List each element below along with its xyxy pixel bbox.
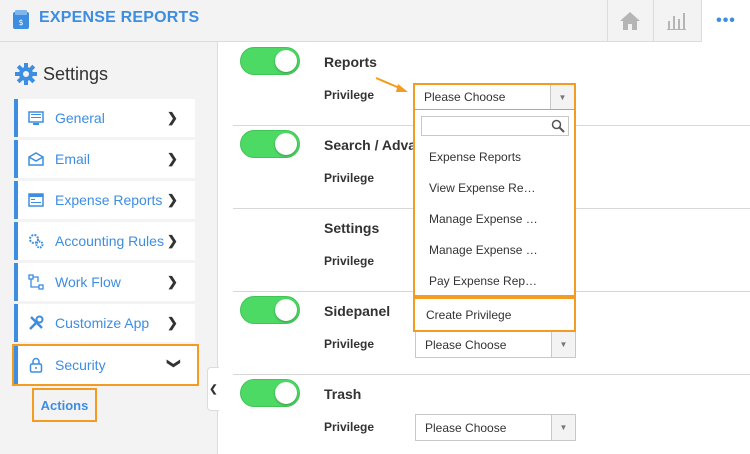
section-title-reports: Reports bbox=[324, 54, 377, 70]
bar-chart-icon[interactable] bbox=[655, 0, 697, 41]
collapse-sidebar-button[interactable]: ❮ bbox=[207, 367, 219, 411]
tools-icon bbox=[28, 315, 44, 331]
dropdown-option[interactable]: Manage Expense … bbox=[429, 243, 538, 257]
home-icon[interactable] bbox=[609, 0, 651, 41]
settings-title: Settings bbox=[43, 63, 109, 84]
workflow-icon bbox=[28, 274, 44, 290]
trash-privilege-select[interactable]: Please Choose ▼ bbox=[415, 414, 576, 441]
report-icon bbox=[28, 192, 44, 208]
dropdown-arrow-icon: ▼ bbox=[551, 415, 575, 440]
monitor-icon bbox=[28, 110, 44, 126]
app-title: EXPENSE REPORTS bbox=[39, 9, 200, 26]
chevron-right-icon: ❯ bbox=[167, 274, 178, 289]
sidepanel-privilege-select[interactable]: Please Choose ▼ bbox=[415, 331, 576, 358]
sidebar-item-label: Email bbox=[55, 151, 91, 167]
reports-toggle[interactable] bbox=[240, 47, 300, 75]
chevron-right-icon: ❯ bbox=[167, 151, 178, 166]
dropdown-option[interactable]: Manage Expense … bbox=[429, 212, 538, 226]
select-value: Please Choose bbox=[425, 420, 507, 435]
create-privilege-button[interactable]: Create Privilege bbox=[413, 297, 576, 332]
svg-text:$: $ bbox=[18, 18, 23, 27]
sidebar-item-label: Accounting Rules bbox=[55, 233, 164, 249]
trash-toggle[interactable] bbox=[240, 379, 300, 407]
privilege-label: Privilege bbox=[324, 337, 375, 351]
section-title-trash: Trash bbox=[324, 386, 362, 402]
reports-privilege-select[interactable]: Please Choose ▼ bbox=[413, 83, 576, 111]
app-header: $ EXPENSE REPORTS ••• bbox=[0, 0, 750, 42]
chevron-right-icon: ❯ bbox=[167, 233, 178, 248]
section-title-search-advanced: Search / Adva bbox=[324, 137, 417, 153]
lock-icon bbox=[28, 357, 44, 373]
sidebar-item-label: Work Flow bbox=[55, 274, 121, 290]
dropdown-option[interactable]: Expense Reports bbox=[429, 150, 521, 164]
privilege-label: Privilege bbox=[324, 171, 375, 185]
privilege-label: Privilege bbox=[324, 254, 375, 268]
sidebar-item-label: Security bbox=[55, 357, 106, 373]
sidebar-item-accounting-rules[interactable]: Accounting Rules ❯ bbox=[14, 222, 195, 260]
sidebar-item-security[interactable]: Security ❯ bbox=[14, 346, 197, 384]
more-menu-button[interactable]: ••• bbox=[701, 0, 750, 42]
dropdown-search-input[interactable] bbox=[421, 116, 569, 136]
privilege-label: Privilege bbox=[324, 420, 375, 434]
settings-heading: Settings bbox=[15, 63, 108, 85]
privilege-dropdown-list: Expense Reports View Expense Re… Manage … bbox=[413, 110, 576, 297]
sidebar-item-general[interactable]: General ❯ bbox=[14, 99, 195, 137]
dropdown-option[interactable]: View Expense Re… bbox=[429, 181, 536, 195]
chevron-right-icon: ❯ bbox=[167, 192, 178, 207]
envelope-icon bbox=[28, 151, 44, 167]
dropdown-arrow-icon: ▼ bbox=[551, 332, 575, 357]
sidebar-item-email[interactable]: Email ❯ bbox=[14, 140, 195, 178]
app-logo-icon: $ bbox=[11, 9, 31, 31]
gear-icon bbox=[15, 63, 37, 85]
sidebar-item-label: Expense Reports bbox=[55, 192, 163, 208]
settings-sidebar: Settings General ❯ Email ❯ Expense Repor… bbox=[0, 42, 218, 454]
section-title-sidepanel: Sidepanel bbox=[324, 303, 391, 319]
dropdown-option[interactable]: Pay Expense Rep… bbox=[429, 274, 537, 288]
select-value: Please Choose bbox=[425, 337, 507, 352]
search-icon bbox=[551, 119, 565, 133]
chevron-down-icon: ❯ bbox=[167, 358, 182, 369]
gears-icon bbox=[28, 233, 44, 249]
sidebar-item-label: Customize App bbox=[55, 315, 150, 331]
section-title-settings: Settings bbox=[324, 220, 380, 236]
chevron-right-icon: ❯ bbox=[167, 110, 178, 125]
sidebar-item-work-flow[interactable]: Work Flow ❯ bbox=[14, 263, 195, 301]
sidepanel-toggle[interactable] bbox=[240, 296, 300, 324]
sidebar-subitem-actions[interactable]: Actions bbox=[32, 388, 97, 422]
pointer-arrow-icon bbox=[375, 77, 408, 92]
sidebar-item-customize-app[interactable]: Customize App ❯ bbox=[14, 304, 195, 342]
sidebar-item-label: General bbox=[55, 110, 105, 126]
privilege-label: Privilege bbox=[324, 88, 375, 102]
chevron-right-icon: ❯ bbox=[167, 315, 178, 330]
search-advanced-toggle[interactable] bbox=[240, 130, 300, 158]
select-value: Please Choose bbox=[424, 90, 506, 104]
dropdown-arrow-icon: ▼ bbox=[550, 85, 574, 109]
sidebar-item-expense-reports[interactable]: Expense Reports ❯ bbox=[14, 181, 195, 219]
